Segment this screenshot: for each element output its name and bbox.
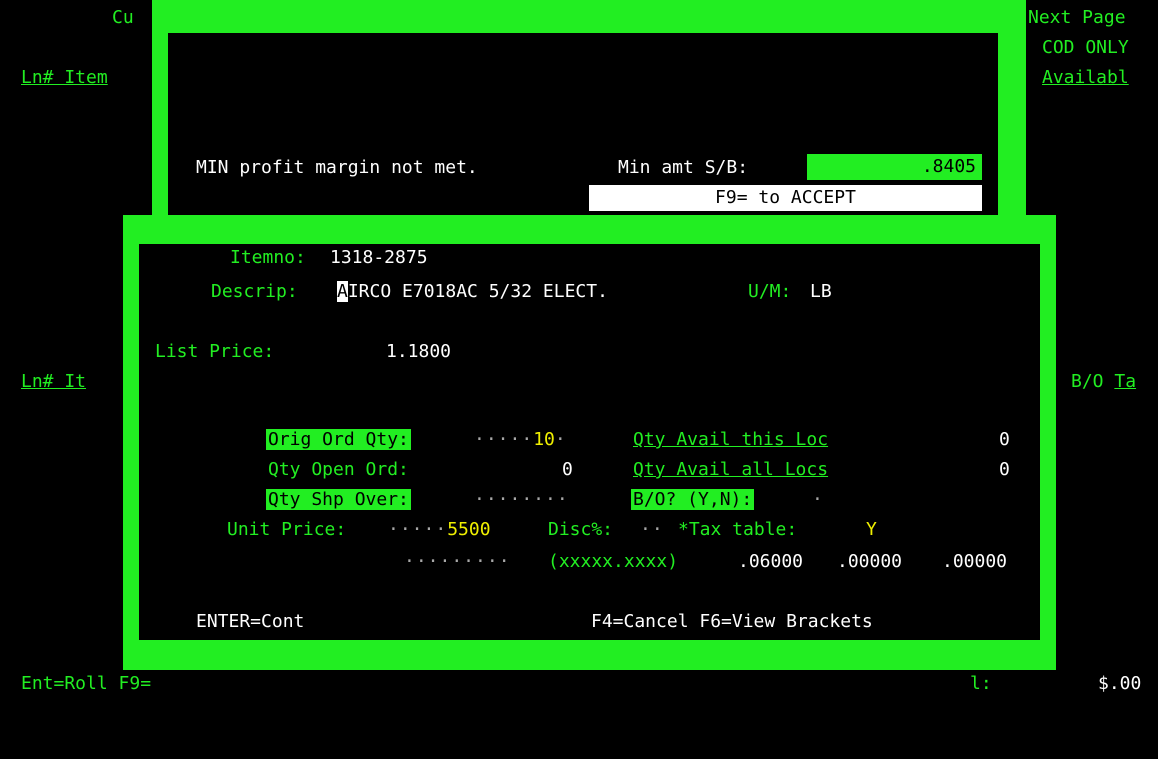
next-page-indicator: Next Page [1028, 7, 1126, 28]
unit-price-field[interactable]: ·····5500 [388, 518, 491, 542]
qty-open-ord-value: 0 [562, 459, 573, 480]
discount-field[interactable]: ·· [640, 518, 664, 542]
qty-shp-over-label: Qty Shp Over: [266, 489, 411, 510]
um-label: U/M: [748, 281, 792, 302]
tax-rate-1: .06000 [738, 551, 804, 572]
qty-avail-this-loc-link[interactable]: Qty Avail this Loc [633, 428, 828, 452]
qty-avail-all-locs-value: 0 [999, 459, 1010, 480]
ln-item-column-header: Ln# Item [21, 67, 108, 88]
orig-ord-qty-label: Orig Ord Qty: [266, 429, 411, 450]
discount-label: Disc%: [548, 519, 614, 540]
descrip-field[interactable]: AIRCO E7018AC 5/32 ELECT. [337, 280, 608, 304]
backorder-label: B/O? (Y,N): [631, 489, 755, 510]
function-keys-hint: F4=Cancel F6=View Brackets [591, 611, 873, 632]
text-cursor: A [337, 281, 348, 302]
accept-hint-bar: F9= to ACCEPT [589, 185, 982, 211]
list-price-label: List Price: [155, 341, 275, 362]
tax-table-label: *Tax table: [678, 519, 798, 540]
tax-table-value[interactable]: Y [866, 518, 877, 542]
descrip-value: IRCO E7018AC 5/32 ELECT. [347, 281, 608, 302]
margin-warning-message: MIN profit margin not met. [196, 157, 478, 178]
backorder-field[interactable]: · [812, 488, 824, 512]
itemno-value: 1318-2875 [330, 247, 428, 268]
bo-header-prefix: B/O [1071, 371, 1115, 392]
price-entry-field[interactable]: ········· [404, 550, 511, 574]
qty-avail-this-loc-value: 0 [999, 429, 1010, 450]
qty-avail-all-locs-link[interactable]: Qty Avail all Locs [633, 458, 828, 482]
list-price-value: 1.1800 [386, 341, 452, 362]
footer-total-amount: $.00 [1098, 673, 1142, 694]
bo-header-ta: Ta [1114, 371, 1137, 392]
min-amount-field[interactable]: .8405 [807, 154, 982, 180]
cod-only-indicator: COD ONLY [1042, 37, 1129, 58]
itemno-label: Itemno: [230, 247, 306, 268]
tax-rate-2: .00000 [837, 551, 903, 572]
orig-ord-qty-field[interactable]: ·····10· [474, 428, 567, 452]
unit-price-label: Unit Price: [227, 519, 347, 540]
qty-shp-over-field[interactable]: ········ [474, 488, 569, 512]
footer-total-label: l: [970, 673, 992, 694]
unit-price-value: 5500 [447, 519, 491, 540]
um-value: LB [810, 281, 832, 302]
min-amount-label: Min amt S/B: [618, 157, 749, 178]
available-column-header: Availabl [1042, 67, 1129, 88]
descrip-label: Descrip: [211, 281, 298, 302]
customer-label-partial: Cu [112, 7, 134, 28]
enter-continue-hint: ENTER=Cont [196, 611, 305, 632]
price-format-hint: (xxxxx.xxxx) [548, 551, 679, 572]
footer-function-keys: Ent=Roll F9= [21, 673, 152, 694]
bo-column-header: B/O Ta [1071, 370, 1136, 394]
ln-it-column-header: Ln# It [21, 371, 87, 392]
tax-rate-3: .00000 [942, 551, 1008, 572]
orig-ord-qty-value: 10 [533, 429, 555, 450]
margin-warning-window [152, 0, 1026, 216]
qty-open-ord-label: Qty Open Ord: [268, 459, 409, 480]
